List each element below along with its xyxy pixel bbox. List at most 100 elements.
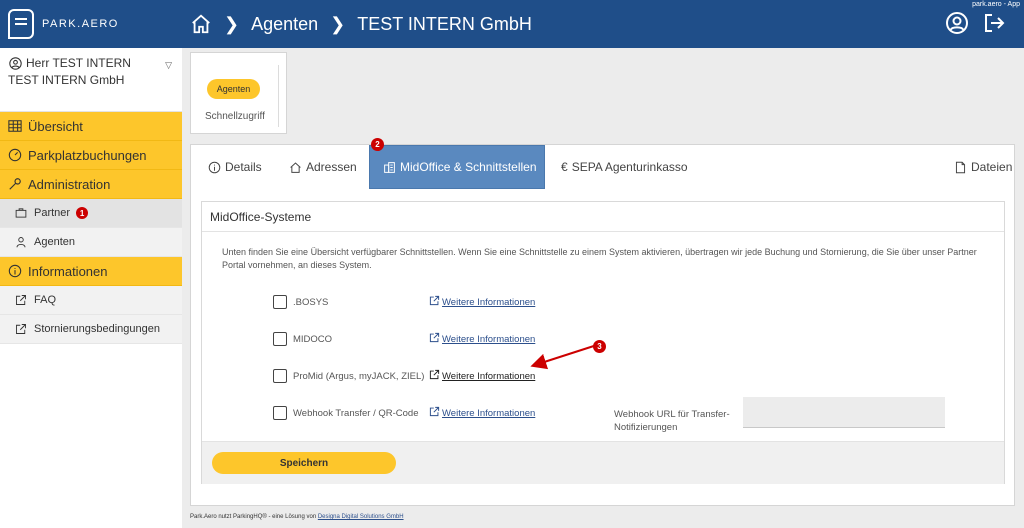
home-icon[interactable] bbox=[190, 13, 212, 35]
external-link-icon bbox=[14, 322, 28, 336]
tab-label: Dateien bbox=[971, 160, 1013, 174]
quick-access-label: Schnellzugriff bbox=[205, 111, 265, 122]
file-icon bbox=[953, 160, 967, 174]
system-name: MIDOCO bbox=[293, 333, 333, 345]
more-info-link-bosys[interactable]: Weitere Informationen bbox=[429, 294, 535, 310]
annotation-badge: 1 bbox=[76, 207, 89, 219]
sidebar: Herr TEST INTERN TEST INTERN GmbH ▽ Über… bbox=[0, 48, 182, 528]
panel-title: MidOffice-Systeme bbox=[202, 202, 1004, 232]
system-row-webhook: Webhook Transfer / QR-Code bbox=[273, 405, 419, 421]
detail-card: Details Adressen 2 MidOffice & Schnittst… bbox=[190, 138, 1015, 506]
tab-adressen[interactable]: Adressen bbox=[288, 145, 357, 189]
sidebar-item-informationen[interactable]: Informationen bbox=[0, 257, 182, 286]
caret-down-icon[interactable]: ▽ bbox=[165, 60, 172, 71]
logout-icon[interactable] bbox=[982, 11, 1006, 35]
euro-icon: € bbox=[561, 160, 568, 174]
external-link-icon bbox=[429, 406, 440, 420]
sidebar-item-label: FAQ bbox=[34, 294, 57, 306]
sidebar-item-label: Administration bbox=[28, 176, 111, 192]
link-text: Weitere Informationen bbox=[442, 333, 536, 345]
sidebar-item-label: Informationen bbox=[28, 263, 108, 279]
logo[interactable]: PARK.AERO bbox=[0, 0, 182, 48]
user-icon bbox=[8, 56, 22, 70]
midoffice-panel: MidOffice-Systeme Unten finden Sie eine … bbox=[201, 201, 1005, 484]
chevron-right-icon: ❯ bbox=[224, 13, 240, 34]
sidebar-item-label: Übersicht bbox=[28, 118, 83, 134]
link-text: Weitere Informationen bbox=[442, 296, 536, 308]
dashboard-icon bbox=[8, 148, 22, 162]
info-icon bbox=[8, 264, 22, 278]
info-icon bbox=[207, 160, 221, 174]
wrench-icon bbox=[8, 177, 22, 191]
logo-text: PARK.AERO bbox=[42, 18, 119, 30]
annotation-badge: 3 bbox=[593, 340, 606, 353]
top-bar: PARK.AERO ❯ Agenten ❯ TEST INTERN GmbH p… bbox=[0, 0, 1024, 48]
more-info-link-webhook[interactable]: Weitere Informationen bbox=[429, 405, 535, 421]
external-link-icon bbox=[429, 295, 440, 309]
sidebar-item-label: Agenten bbox=[34, 236, 75, 248]
external-link-icon bbox=[14, 293, 28, 307]
logo-icon bbox=[8, 9, 34, 39]
system-row-bosys: .BOSYS bbox=[273, 294, 328, 310]
quick-access-agenten-button[interactable]: Agenten bbox=[207, 79, 260, 99]
sidebar-item-stornierungsbedingungen[interactable]: Stornierungsbedingungen bbox=[0, 315, 182, 344]
sidebar-item-partner[interactable]: Partner 1 bbox=[0, 199, 182, 228]
divider bbox=[278, 65, 279, 127]
tab-bar: Details Adressen 2 MidOffice & Schnittst… bbox=[191, 138, 1014, 189]
tab-label: SEPA Agenturinkasso bbox=[571, 160, 688, 174]
agent-icon bbox=[14, 235, 28, 249]
system-name: ProMid (Argus, myJACK, ZIEL) bbox=[293, 370, 425, 382]
grid-icon bbox=[8, 119, 22, 133]
tab-label: Details bbox=[225, 160, 262, 174]
sidebar-item-administration[interactable]: Administration bbox=[0, 170, 182, 199]
sidebar-item-parkplatzbuchungen[interactable]: Parkplatzbuchungen bbox=[0, 141, 182, 170]
more-info-link-promid[interactable]: Weitere Informationen bbox=[429, 368, 535, 384]
sidebar-item-agenten[interactable]: Agenten bbox=[0, 228, 182, 257]
checkbox-promid[interactable] bbox=[273, 369, 287, 383]
chevron-right-icon: ❯ bbox=[330, 13, 346, 34]
sidebar-item-label: Stornierungsbedingungen bbox=[34, 323, 160, 335]
sidebar-item-uebersicht[interactable]: Übersicht bbox=[0, 112, 182, 141]
footer-link[interactable]: Designa Digital Solutions GmbH bbox=[318, 514, 404, 520]
breadcrumb-item-agenten[interactable]: Agenten bbox=[251, 14, 318, 35]
external-link-icon bbox=[429, 332, 440, 346]
app-version-text: park.aero - App bbox=[972, 1, 1020, 8]
footer-text: Park.Aero nutzt ParkingHQ® - eine Lösung… bbox=[190, 514, 318, 520]
main-content: Agenten Schnellzugriff Details Adressen … bbox=[182, 48, 1024, 528]
quick-access-box: Agenten Schnellzugriff bbox=[190, 52, 287, 134]
system-name: .BOSYS bbox=[293, 296, 329, 308]
sidebar-item-faq[interactable]: FAQ bbox=[0, 286, 182, 315]
breadcrumb-item-current: TEST INTERN GmbH bbox=[357, 13, 532, 34]
annotation-badge: 2 bbox=[371, 138, 384, 151]
external-link-icon bbox=[429, 369, 440, 383]
user-company: TEST INTERN GmbH bbox=[8, 73, 125, 87]
save-button[interactable]: Speichern bbox=[212, 452, 396, 474]
system-row-promid: ProMid (Argus, myJACK, ZIEL) bbox=[273, 368, 424, 384]
more-info-link-midoco[interactable]: Weitere Informationen bbox=[429, 331, 535, 347]
checkbox-midoco[interactable] bbox=[273, 332, 287, 346]
link-text: Weitere Informationen bbox=[442, 407, 536, 419]
sidebar-item-label: Partner bbox=[34, 207, 71, 219]
tab-midoffice[interactable]: 2 MidOffice & Schnittstellen bbox=[369, 138, 545, 189]
checkbox-webhook[interactable] bbox=[273, 406, 287, 420]
home-icon bbox=[288, 160, 302, 174]
building-icon bbox=[382, 160, 396, 174]
briefcase-icon bbox=[14, 206, 28, 220]
webhook-url-label: Webhook URL für Transfer-Notifizierungen bbox=[614, 409, 730, 433]
system-row-midoco: MIDOCO bbox=[273, 331, 332, 347]
tab-label: MidOffice & Schnittstellen bbox=[400, 160, 537, 174]
tab-details[interactable]: Details bbox=[207, 145, 262, 189]
checkbox-bosys[interactable] bbox=[273, 295, 287, 309]
user-box[interactable]: Herr TEST INTERN TEST INTERN GmbH ▽ bbox=[0, 48, 182, 112]
user-name: Herr TEST INTERN bbox=[26, 56, 131, 70]
webhook-url-input[interactable] bbox=[743, 397, 945, 428]
panel-description: Unten finden Sie eine Übersicht verfügba… bbox=[222, 247, 977, 270]
tab-sepa[interactable]: € SEPA Agenturinkasso bbox=[561, 145, 688, 189]
tab-dateien[interactable]: Dateien bbox=[953, 145, 1012, 189]
tab-label: Adressen bbox=[306, 160, 357, 174]
user-profile-icon[interactable] bbox=[945, 11, 969, 35]
link-text: Weitere Informationen bbox=[442, 370, 536, 382]
page-footer: Park.Aero nutzt ParkingHQ® - eine Lösung… bbox=[190, 514, 404, 520]
system-name: Webhook Transfer / QR-Code bbox=[293, 407, 419, 419]
breadcrumb: ❯ Agenten ❯ TEST INTERN GmbH bbox=[190, 0, 532, 48]
